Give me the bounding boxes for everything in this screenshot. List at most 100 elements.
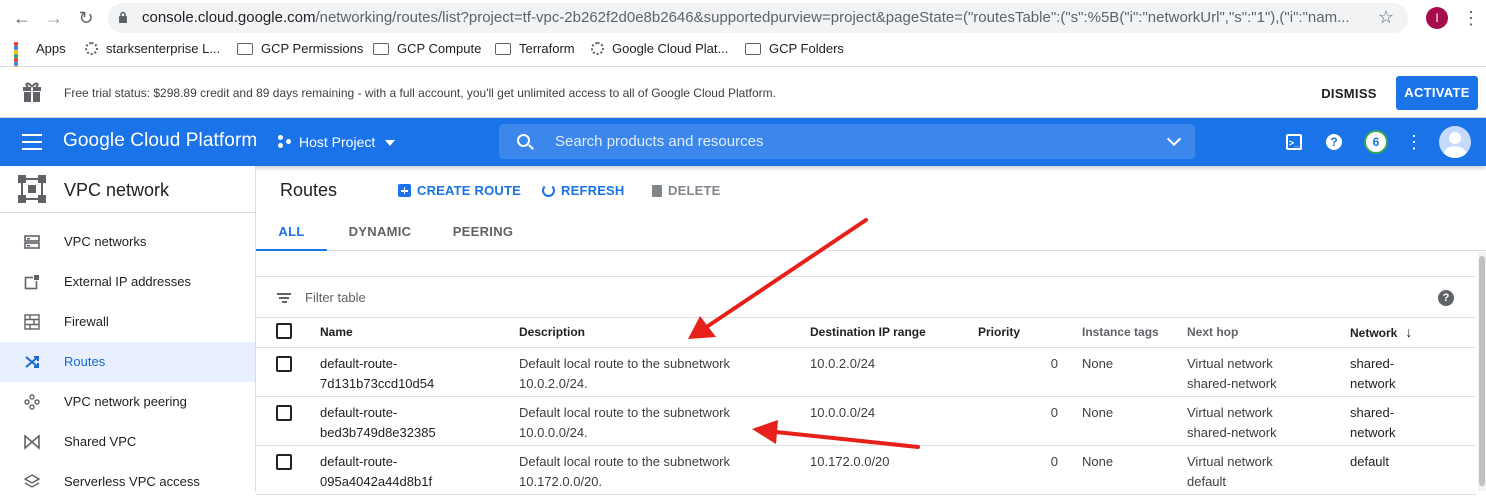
bookmark-apps[interactable]: Apps [14, 38, 66, 78]
vpc-network-logo-icon [18, 175, 46, 203]
bookmark-gcp-compute[interactable]: GCP Compute [373, 38, 481, 60]
priority-cell: 0 [978, 396, 1082, 446]
gear-icon [591, 42, 604, 56]
external-ip-icon [24, 274, 40, 290]
network-line: network [1350, 424, 1396, 440]
delete-button[interactable]: DELETE [652, 182, 720, 200]
bookmark-label: Terraform [519, 41, 575, 56]
bookmark-label: starksenterprise L... [106, 41, 221, 56]
route-name-line: default-route- [320, 404, 398, 420]
network-cell: shared-network [1350, 396, 1476, 446]
address-bar[interactable]: console.cloud.google.com/networking/rout… [108, 3, 1408, 33]
menu-icon[interactable] [22, 134, 42, 150]
notifications-icon[interactable]: 6 [1364, 130, 1388, 154]
col-destination[interactable]: Destination IP range [810, 318, 978, 348]
bookmark-gcp-folders[interactable]: GCP Folders [745, 38, 844, 60]
next-hop-line: shared-network [1187, 375, 1277, 391]
row-checkbox[interactable] [276, 355, 292, 372]
dest-cell: 10.172.0.0/20 [810, 445, 978, 495]
cloud-shell-icon[interactable]: >_ [1286, 134, 1302, 150]
activate-button[interactable]: ACTIVATE [1396, 76, 1478, 110]
forward-icon[interactable]: → [42, 6, 66, 30]
tags-cell: None [1082, 347, 1187, 397]
select-all-checkbox[interactable] [276, 323, 292, 340]
priority-cell: 0 [978, 347, 1082, 397]
sidebar-item-shared-vpc[interactable]: Shared VPC [0, 422, 255, 462]
create-route-button[interactable]: CREATE ROUTE [398, 182, 521, 200]
bookmark-label: GCP Compute [397, 41, 482, 56]
page-title: Routes [280, 180, 338, 200]
col-description[interactable]: Description [519, 318, 810, 348]
dismiss-button[interactable]: DISMISS [1313, 82, 1385, 106]
sidebar-item-vpc-networks[interactable]: VPC networks [0, 222, 255, 262]
bookmark-starksenterprise[interactable]: starksenterprise L... [85, 38, 220, 60]
sort-descending-icon[interactable]: ↓ [1405, 324, 1412, 340]
brand-title[interactable]: Google Cloud Platform [63, 130, 257, 152]
shared-vpc-icon [24, 434, 40, 450]
back-icon[interactable]: ← [10, 6, 34, 30]
scrollbar-thumb[interactable] [1479, 256, 1485, 486]
trial-banner: Free trial status: $298.89 credit and 89… [0, 67, 1486, 118]
bookmark-terraform[interactable]: Terraform [495, 38, 575, 60]
sidebar-item-serverless[interactable]: Serverless VPC access [0, 462, 255, 502]
bookmark-google-cloud[interactable]: Google Cloud Plat... [591, 38, 728, 60]
help-icon[interactable]: ? [1326, 134, 1342, 150]
col-name[interactable]: Name [320, 318, 519, 348]
filter-icon[interactable] [277, 293, 291, 303]
firewall-icon [24, 314, 40, 330]
col-next-hop[interactable]: Next hop [1187, 318, 1350, 348]
route-name-line: 095a4042a44d8b1f [320, 473, 433, 489]
trash-icon [652, 184, 662, 197]
table-row[interactable]: default-route- 7d131b73ccd10d54 Default l… [256, 347, 1476, 397]
table-row[interactable]: default-route-bed3b749d8e32385 Default l… [256, 396, 1476, 446]
col-network[interactable]: Network ↓ [1350, 318, 1476, 348]
row-checkbox[interactable] [276, 453, 292, 470]
sidebar-item-peering[interactable]: VPC network peering [0, 382, 255, 422]
browser-menu-icon[interactable]: ⋮ [1462, 6, 1480, 30]
project-selector[interactable]: Host Project [278, 132, 396, 152]
next-hop-line: default [1187, 473, 1227, 489]
route-tabs: ALL DYNAMIC PEERING [256, 214, 1486, 251]
sidebar-item-external-ip[interactable]: External IP addresses [0, 262, 255, 302]
sidebar-item-label: Shared VPC [64, 434, 137, 449]
network-cell: shared-network [1350, 347, 1476, 397]
table-row[interactable]: default-route- 095a4042a44d8b1f Default l… [256, 445, 1476, 495]
sidebar-item-firewall[interactable]: Firewall [0, 302, 255, 342]
tab-dynamic[interactable]: DYNAMIC [336, 214, 424, 251]
filter-input[interactable]: Filter table [305, 290, 366, 305]
network-cell: default [1350, 445, 1476, 495]
reload-icon[interactable]: ↻ [74, 6, 98, 30]
next-hop-cell: Virtual network shared-network [1187, 396, 1350, 446]
description-cell: Default local route to the subnetwork 10.… [519, 445, 810, 495]
help-icon[interactable]: ? [1438, 290, 1454, 306]
table-header-row: Name Description Destination IP range Pr… [256, 318, 1476, 348]
row-select-cell [256, 396, 320, 446]
sidebar-item-routes[interactable]: Routes [0, 342, 255, 382]
sidebar-item-label: Routes [64, 354, 106, 369]
description-line: 10.0.0.0/24. [519, 424, 588, 440]
search-input[interactable]: Search products and resources [499, 124, 1195, 159]
bookmark-star-icon[interactable]: ☆ [1378, 7, 1394, 28]
more-options-icon[interactable]: ⋮ [1404, 132, 1424, 152]
dest-cell: 10.0.2.0/24 [810, 347, 978, 397]
tab-all[interactable]: ALL [256, 214, 327, 251]
chevron-down-icon[interactable] [1166, 131, 1182, 147]
refresh-button[interactable]: REFRESH [542, 182, 625, 200]
next-hop-cell: Virtual network shared-network [1187, 347, 1350, 397]
next-hop-line: shared-network [1187, 424, 1277, 440]
account-avatar[interactable] [1439, 126, 1471, 158]
profile-avatar[interactable]: I [1426, 7, 1448, 29]
description-line: 10.0.2.0/24. [519, 375, 588, 391]
description-line: 10.172.0.0/20. [519, 473, 603, 489]
project-name: Host Project [299, 134, 376, 150]
col-instance-tags[interactable]: Instance tags [1082, 318, 1187, 348]
tab-peering[interactable]: PEERING [444, 214, 522, 251]
trial-message: Free trial status: $298.89 credit and 89… [64, 86, 776, 100]
col-priority[interactable]: Priority [978, 318, 1082, 348]
row-checkbox[interactable] [276, 404, 292, 421]
bookmark-gcp-permissions[interactable]: GCP Permissions [237, 38, 363, 60]
route-name-line: default-route- [320, 453, 398, 469]
col-network-label: Network [1350, 326, 1398, 341]
address-row: ← → ↻ console.cloud.google.com/networkin… [0, 0, 1486, 36]
folder-icon [745, 42, 761, 55]
